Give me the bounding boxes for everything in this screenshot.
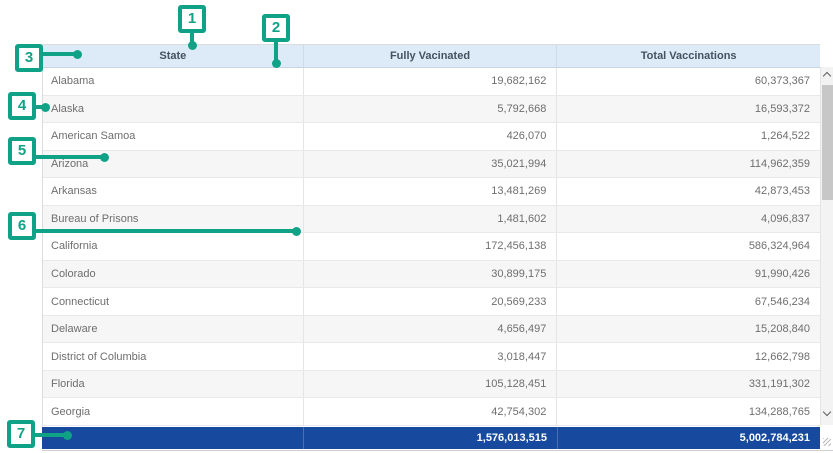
data-table: State Fully Vacinated Total Vaccinations… [42, 44, 820, 426]
cell-fully-vaccinated: 30,899,175 [304, 261, 558, 288]
vertical-scrollbar[interactable] [820, 67, 833, 425]
callout-7: 7 [7, 420, 35, 448]
table-row[interactable]: Delaware4,656,49715,208,840 [43, 316, 820, 344]
cell-state: American Samoa [43, 123, 304, 150]
callout-4: 4 [8, 92, 36, 120]
cell-total-vaccinations: 67,546,234 [557, 288, 820, 315]
cell-state: Alabama [43, 68, 304, 95]
total-cell-fully-vaccinated: 1,576,013,515 [303, 427, 557, 449]
column-header-fully-vaccinated[interactable]: Fully Vacinated [304, 45, 558, 67]
resize-grip-icon[interactable] [823, 438, 831, 446]
total-cell-total-vaccinations: 5,002,784,231 [557, 427, 820, 449]
callout-1-dot [188, 41, 197, 50]
scroll-up-icon[interactable] [823, 72, 831, 80]
column-header-state[interactable]: State [43, 45, 304, 67]
callout-5: 5 [8, 137, 36, 165]
table-row[interactable]: Colorado30,899,17591,990,426 [43, 261, 820, 289]
cell-state: Colorado [43, 261, 304, 288]
cell-state: Florida [43, 371, 304, 398]
cell-fully-vaccinated: 19,682,162 [304, 68, 558, 95]
cell-fully-vaccinated: 13,481,269 [304, 178, 558, 205]
table-body: Alabama19,682,16260,373,367Alaska5,792,6… [43, 68, 820, 426]
total-cell-state [42, 427, 303, 449]
table-row[interactable]: Georgia42,754,302134,288,765 [43, 398, 820, 426]
cell-total-vaccinations: 586,324,964 [557, 233, 820, 260]
cell-total-vaccinations: 91,990,426 [557, 261, 820, 288]
callout-7-dot [63, 431, 72, 440]
cell-total-vaccinations: 134,288,765 [557, 398, 820, 425]
callout-5-dot [100, 153, 109, 162]
cell-total-vaccinations: 60,373,367 [557, 68, 820, 95]
callout-2: 2 [262, 14, 290, 42]
cell-total-vaccinations: 16,593,372 [557, 96, 820, 123]
column-header-total-vaccinations[interactable]: Total Vaccinations [557, 45, 820, 67]
scroll-down-icon[interactable] [823, 408, 831, 416]
callout-6-dot [292, 227, 301, 236]
cell-total-vaccinations: 331,191,302 [557, 371, 820, 398]
cell-total-vaccinations: 114,962,359 [557, 151, 820, 178]
cell-total-vaccinations: 4,096,837 [557, 206, 820, 233]
cell-total-vaccinations: 1,264,522 [557, 123, 820, 150]
cell-state: Connecticut [43, 288, 304, 315]
callout-5-line [34, 155, 105, 159]
cell-total-vaccinations: 12,662,798 [557, 343, 820, 370]
vaccination-table-widget: State Fully Vacinated Total Vaccinations… [0, 0, 833, 453]
callout-6: 6 [8, 212, 36, 240]
table-row[interactable]: Alabama19,682,16260,373,367 [43, 68, 820, 96]
table-row[interactable]: Connecticut20,569,23367,546,234 [43, 288, 820, 316]
cell-fully-vaccinated: 426,070 [304, 123, 558, 150]
table-header-row: State Fully Vacinated Total Vaccinations [43, 45, 820, 68]
table-row[interactable]: Florida105,128,451331,191,302 [43, 371, 820, 399]
table-row[interactable]: District of Columbia3,018,44712,662,798 [43, 343, 820, 371]
callout-1: 1 [178, 5, 206, 33]
cell-state: District of Columbia [43, 343, 304, 370]
table-row[interactable]: Alaska5,792,66816,593,372 [43, 96, 820, 124]
callout-3: 3 [15, 44, 43, 72]
scrollbar-thumb[interactable] [822, 85, 833, 200]
cell-state: Georgia [43, 398, 304, 425]
cell-fully-vaccinated: 4,656,497 [304, 316, 558, 343]
cell-state: Alaska [43, 96, 304, 123]
table-row[interactable]: American Samoa426,0701,264,522 [43, 123, 820, 151]
cell-fully-vaccinated: 3,018,447 [304, 343, 558, 370]
table-row[interactable]: California172,456,138586,324,964 [43, 233, 820, 261]
widget-bottom-border [42, 450, 833, 451]
cell-state: California [43, 233, 304, 260]
cell-fully-vaccinated: 42,754,302 [304, 398, 558, 425]
cell-fully-vaccinated: 172,456,138 [304, 233, 558, 260]
table-row[interactable]: Arkansas13,481,26942,873,453 [43, 178, 820, 206]
cell-fully-vaccinated: 5,792,668 [304, 96, 558, 123]
callout-4-dot [41, 103, 50, 112]
callout-6-line [34, 229, 297, 233]
cell-total-vaccinations: 42,873,453 [557, 178, 820, 205]
callout-2-dot [272, 59, 281, 68]
cell-state: Delaware [43, 316, 304, 343]
cell-state: Arkansas [43, 178, 304, 205]
callout-3-dot [73, 50, 82, 59]
cell-fully-vaccinated: 35,021,994 [304, 151, 558, 178]
cell-fully-vaccinated: 1,481,602 [304, 206, 558, 233]
cell-fully-vaccinated: 20,569,233 [304, 288, 558, 315]
cell-fully-vaccinated: 105,128,451 [304, 371, 558, 398]
table-row[interactable]: Arizona35,021,994114,962,359 [43, 151, 820, 179]
cell-total-vaccinations: 15,208,840 [557, 316, 820, 343]
table-total-row: 1,576,013,515 5,002,784,231 [42, 427, 820, 449]
